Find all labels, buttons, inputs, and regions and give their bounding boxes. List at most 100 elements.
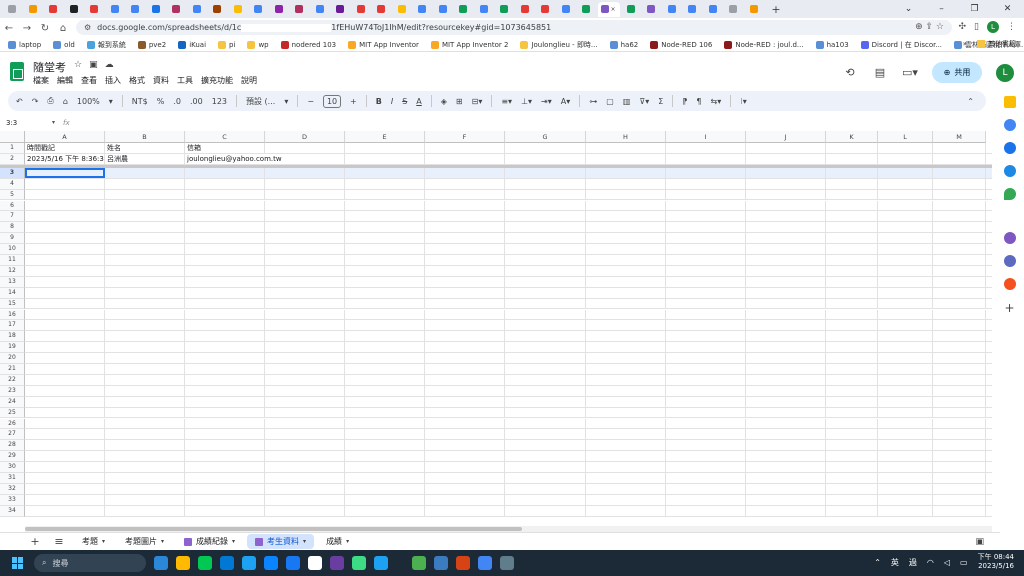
grid-cell[interactable]: joulonglieu@yahoo.com.tw	[185, 154, 282, 164]
grid-cell[interactable]	[746, 276, 826, 287]
grid-cell[interactable]	[505, 143, 586, 153]
grid-cell[interactable]	[826, 505, 878, 516]
url-bar[interactable]: ⚙ docs.google.com/spreadsheets/d/1c 1fEHu…	[76, 20, 952, 35]
grid-cell[interactable]	[345, 418, 425, 429]
grid-cell[interactable]	[746, 385, 826, 396]
forward-icon[interactable]: →	[18, 23, 36, 34]
grid-cell[interactable]	[586, 440, 666, 451]
grid-cell[interactable]	[826, 287, 878, 298]
column-header[interactable]: A	[25, 131, 105, 143]
grid-cell[interactable]	[345, 255, 425, 265]
grid-cell[interactable]	[746, 320, 826, 331]
grid-cell[interactable]	[345, 265, 425, 276]
grid-cell[interactable]	[746, 473, 826, 483]
grid-cell[interactable]	[425, 189, 505, 200]
grid-cell[interactable]	[25, 364, 105, 374]
grid-cell[interactable]	[185, 418, 265, 429]
column-header[interactable]: E	[345, 131, 425, 143]
grid-cell[interactable]	[933, 178, 986, 189]
add-addon-icon[interactable]: +	[1004, 301, 1014, 315]
menu-item[interactable]: 資料	[153, 75, 169, 86]
grid-cell[interactable]	[666, 440, 746, 451]
grid-cell[interactable]	[933, 265, 986, 276]
grid-cell[interactable]	[666, 287, 746, 298]
taskbar-app-icon[interactable]	[330, 556, 344, 570]
browser-tab[interactable]	[622, 2, 641, 17]
grid-cell[interactable]	[826, 494, 878, 505]
grid-cell[interactable]	[746, 494, 826, 505]
grid-cell[interactable]	[185, 309, 265, 320]
grid-cell[interactable]	[265, 353, 345, 363]
grid-cell[interactable]	[185, 385, 265, 396]
grid-cell[interactable]	[586, 265, 666, 276]
grid-cell[interactable]	[586, 418, 666, 429]
grid-cell[interactable]	[345, 244, 425, 254]
menu-item[interactable]: 編輯	[57, 75, 73, 86]
grid-cell[interactable]	[826, 483, 878, 494]
grid-cell[interactable]	[666, 298, 746, 309]
grid-cell[interactable]	[425, 309, 505, 320]
clock[interactable]: 下午 08:44 2023/5/16	[978, 553, 1014, 571]
row-header[interactable]: 6	[0, 200, 25, 212]
taskbar-app-icon[interactable]	[352, 556, 366, 570]
grid-cell[interactable]	[105, 189, 185, 200]
grid-cell[interactable]	[878, 353, 933, 363]
grid-cell[interactable]	[826, 462, 878, 472]
grid-cell[interactable]	[505, 167, 586, 178]
grid-cell[interactable]	[425, 440, 505, 451]
browser-tab[interactable]	[290, 2, 309, 17]
grid-cell[interactable]	[933, 429, 986, 440]
grid-cell[interactable]: 姓名	[105, 143, 185, 153]
grid-cell[interactable]	[666, 407, 746, 418]
grid-cell[interactable]	[185, 353, 265, 363]
grid-cell[interactable]	[933, 211, 986, 222]
freeze-divider[interactable]	[0, 164, 992, 168]
grid-cell[interactable]	[425, 494, 505, 505]
grid-cell[interactable]	[878, 178, 933, 189]
grid-cell[interactable]	[25, 451, 105, 462]
bookmark-item[interactable]: ha103	[815, 40, 849, 49]
grid-cell[interactable]	[878, 407, 933, 418]
grid-cell[interactable]	[746, 418, 826, 429]
column-header[interactable]: D	[265, 131, 345, 143]
grid-cell[interactable]	[185, 200, 265, 211]
grid-cell[interactable]	[185, 473, 265, 483]
row-header[interactable]: 14	[0, 287, 25, 299]
grid-cell[interactable]	[345, 440, 425, 451]
taskbar-app-icon[interactable]	[456, 556, 470, 570]
more-formats-icon[interactable]: ⁝▾	[740, 97, 747, 106]
bold-button[interactable]: B	[376, 97, 382, 106]
grid-cell[interactable]	[105, 353, 185, 363]
grid-cell[interactable]	[586, 200, 666, 211]
grid-cell[interactable]	[265, 153, 345, 164]
grid-cell[interactable]	[25, 276, 105, 287]
grid-cell[interactable]	[25, 265, 105, 276]
taskbar-app-icon[interactable]	[412, 556, 426, 570]
grid-cell[interactable]	[666, 342, 746, 353]
grid-cell[interactable]	[586, 143, 666, 153]
grid-cell[interactable]	[345, 364, 425, 374]
grid-cell[interactable]	[25, 407, 105, 418]
grid-cell[interactable]	[345, 189, 425, 200]
close-tab-icon[interactable]: ×	[610, 6, 615, 13]
browser-tab[interactable]	[745, 2, 764, 17]
zoom-icon[interactable]: ⊕ ⇪ ☆	[915, 22, 944, 32]
grid-cell[interactable]	[933, 342, 986, 353]
grid-cell[interactable]	[25, 440, 105, 451]
grid-cell[interactable]	[25, 233, 105, 244]
row-header[interactable]: 32	[0, 483, 25, 495]
grid-cell[interactable]	[265, 200, 345, 211]
browser-tab[interactable]	[126, 2, 145, 17]
grid-cell[interactable]	[666, 494, 746, 505]
grid-cell[interactable]	[265, 143, 345, 153]
grid-cell[interactable]	[345, 505, 425, 516]
grid-cell[interactable]	[746, 483, 826, 494]
grid-cell[interactable]	[25, 222, 105, 233]
grid-cell[interactable]	[933, 143, 986, 153]
grid-cell[interactable]	[425, 483, 505, 494]
sheet-tab[interactable]: 考題 ▾	[74, 534, 113, 549]
grid-cell[interactable]	[265, 374, 345, 385]
grid-cell[interactable]	[878, 473, 933, 483]
grid-cell[interactable]	[345, 483, 425, 494]
browser-tab[interactable]	[188, 2, 207, 17]
